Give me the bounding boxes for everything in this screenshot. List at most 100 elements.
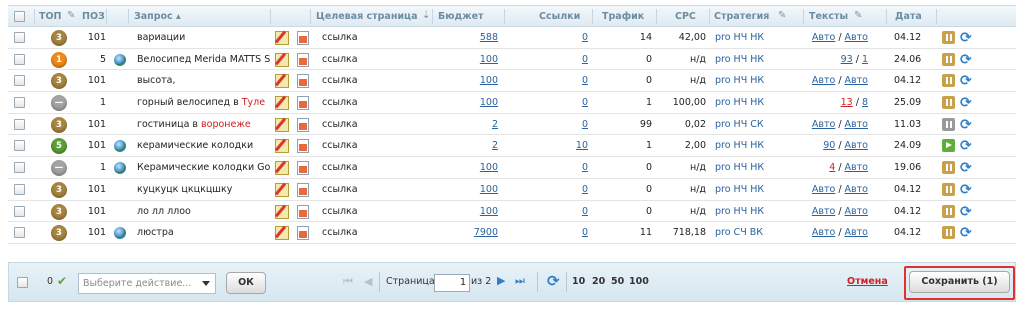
- query-text[interactable]: ло лл ллоо: [137, 201, 191, 222]
- pause-icon[interactable]: [942, 74, 955, 88]
- row-checkbox[interactable]: [14, 75, 25, 87]
- budget-link[interactable]: 100: [480, 75, 498, 86]
- text1-link[interactable]: Авто: [812, 75, 835, 86]
- text1-link[interactable]: Авто: [812, 32, 835, 43]
- links-link[interactable]: 0: [582, 184, 588, 195]
- target-page[interactable]: ссылка: [322, 222, 358, 243]
- pause-icon[interactable]: [942, 161, 955, 175]
- refresh-icon[interactable]: ⟳: [960, 160, 976, 176]
- budget-link[interactable]: 2: [492, 119, 498, 130]
- refresh-icon[interactable]: ⟳: [547, 272, 560, 290]
- document-icon[interactable]: [297, 161, 309, 176]
- text2-link[interactable]: Авто: [845, 227, 868, 238]
- target-page[interactable]: ссылка: [322, 135, 358, 156]
- document-icon[interactable]: [297, 204, 309, 219]
- col-pos[interactable]: ПОЗ: [82, 6, 105, 27]
- links-link[interactable]: 10: [576, 140, 588, 151]
- pause-icon[interactable]: [942, 96, 955, 110]
- text2-link[interactable]: Авто: [845, 119, 868, 130]
- document-icon[interactable]: [297, 31, 309, 45]
- document-icon[interactable]: [297, 52, 309, 67]
- page-input[interactable]: 1: [434, 274, 470, 292]
- text1-link[interactable]: 93: [841, 54, 853, 65]
- next-page-icon[interactable]: ▶: [497, 274, 505, 287]
- refresh-icon[interactable]: ⟳: [960, 117, 976, 133]
- page-size-100[interactable]: 100: [629, 276, 649, 287]
- row-checkbox[interactable]: [14, 140, 25, 152]
- row-checkbox[interactable]: [14, 32, 25, 43]
- text1-link[interactable]: 90: [823, 140, 835, 151]
- text2-link[interactable]: Авто: [845, 75, 868, 86]
- text2-link[interactable]: Авто: [845, 162, 868, 173]
- text2-link[interactable]: Авто: [845, 140, 868, 151]
- links-link[interactable]: 0: [582, 206, 588, 217]
- pause-icon[interactable]: [942, 52, 955, 66]
- edit-icon[interactable]: [275, 117, 289, 132]
- document-icon[interactable]: [297, 74, 309, 89]
- edit-icon[interactable]: [275, 182, 289, 197]
- document-icon[interactable]: [297, 226, 309, 241]
- pause-icon[interactable]: [942, 117, 955, 131]
- edit-icon[interactable]: [275, 226, 289, 241]
- text2-link[interactable]: 8: [862, 97, 868, 108]
- target-page[interactable]: ссылка: [322, 49, 358, 70]
- edit-icon[interactable]: [275, 204, 289, 219]
- col-links[interactable]: Ссылки: [539, 6, 580, 27]
- refresh-icon[interactable]: ⟳: [960, 73, 976, 89]
- strategy-link[interactable]: pro НЧ НК: [715, 157, 764, 178]
- refresh-icon[interactable]: ⟳: [960, 95, 976, 111]
- links-link[interactable]: 0: [582, 97, 588, 108]
- col-budget[interactable]: Бюджет: [438, 6, 484, 27]
- sort-icon[interactable]: ⇣: [422, 11, 432, 21]
- col-target[interactable]: Целевая страница: [316, 6, 418, 27]
- budget-link[interactable]: 100: [480, 184, 498, 195]
- cancel-link[interactable]: Отмена: [847, 276, 888, 287]
- col-date[interactable]: Дата: [895, 6, 922, 27]
- save-button[interactable]: Сохранить (1): [909, 271, 1010, 293]
- action-select[interactable]: Выберите действие...: [78, 273, 216, 294]
- strategy-link[interactable]: pro НЧ НК: [715, 49, 764, 70]
- prev-page-icon[interactable]: ◀: [364, 275, 372, 288]
- strategy-link[interactable]: pro НЧ НК: [715, 92, 764, 113]
- pause-icon[interactable]: [942, 226, 955, 240]
- edit-icon[interactable]: [275, 52, 289, 67]
- row-checkbox[interactable]: [14, 53, 25, 65]
- target-page[interactable]: ссылка: [322, 70, 358, 91]
- document-icon[interactable]: [297, 139, 309, 154]
- text1-link[interactable]: Авто: [812, 184, 835, 195]
- budget-link[interactable]: 588: [480, 32, 498, 43]
- edit-icon[interactable]: [275, 139, 289, 154]
- target-page[interactable]: ссылка: [322, 27, 358, 48]
- query-text[interactable]: Керамические колодки Gooc: [137, 157, 270, 178]
- strategy-link[interactable]: pro НЧ СК: [715, 114, 764, 135]
- links-link[interactable]: 0: [582, 162, 588, 173]
- strategy-link[interactable]: pro НЧ НК: [715, 201, 764, 222]
- text1-link[interactable]: Авто: [812, 119, 835, 130]
- page-size-50[interactable]: 50: [611, 276, 624, 287]
- text1-link[interactable]: Авто: [812, 206, 835, 217]
- edit-icon[interactable]: [275, 31, 289, 45]
- refresh-icon[interactable]: ⟳: [960, 182, 976, 198]
- strategy-link[interactable]: pro НЧ НК: [715, 70, 764, 91]
- row-checkbox[interactable]: [14, 162, 25, 174]
- row-checkbox[interactable]: [14, 97, 25, 109]
- refresh-icon[interactable]: ⟳: [960, 30, 976, 46]
- refresh-icon[interactable]: ⟳: [960, 204, 976, 220]
- document-icon[interactable]: [297, 182, 309, 197]
- links-link[interactable]: 0: [582, 227, 588, 238]
- target-page[interactable]: ссылка: [322, 179, 358, 200]
- links-link[interactable]: 0: [582, 119, 588, 130]
- col-query[interactable]: Запрос ▴: [134, 6, 181, 27]
- links-link[interactable]: 0: [582, 32, 588, 43]
- query-text[interactable]: керамические колодки: [137, 135, 253, 156]
- query-text[interactable]: горный велосипед в Туле: [137, 92, 265, 113]
- query-text[interactable]: высота,: [137, 70, 176, 91]
- target-page[interactable]: ссылка: [322, 92, 358, 113]
- pause-icon[interactable]: [942, 31, 955, 44]
- text1-link[interactable]: Авто: [812, 227, 835, 238]
- pencil-icon[interactable]: ✎: [854, 11, 864, 21]
- target-page[interactable]: ссылка: [322, 201, 358, 222]
- pencil-icon[interactable]: ✎: [778, 11, 788, 21]
- text2-link[interactable]: Авто: [845, 206, 868, 217]
- refresh-icon[interactable]: ⟳: [960, 225, 976, 241]
